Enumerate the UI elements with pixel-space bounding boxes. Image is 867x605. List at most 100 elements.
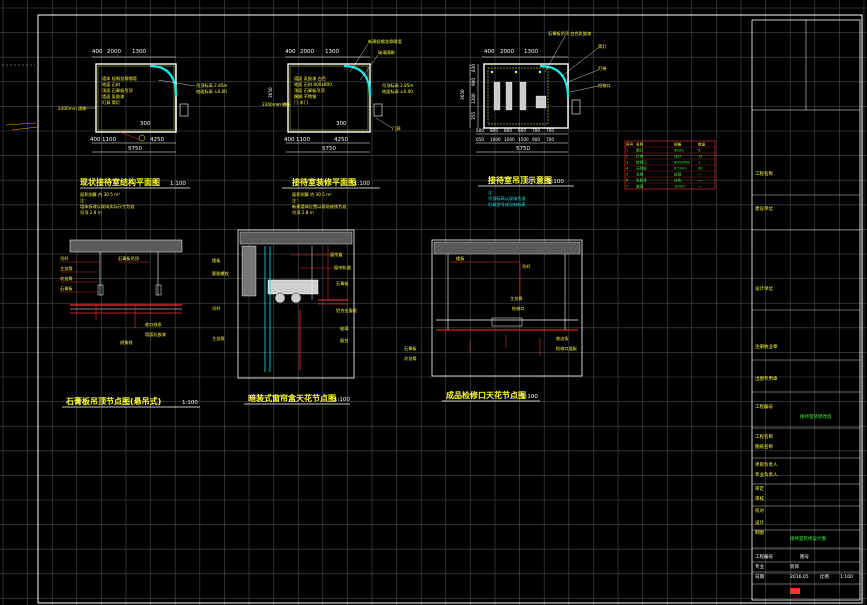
plan3-note-1: 注： (488, 189, 496, 196)
legend-cell: 7 (626, 185, 628, 189)
detail3-scale: 1:100 (522, 394, 538, 400)
detail2-label-6: 窗帘轨道 (334, 264, 352, 271)
tb-row-11: 审定 (755, 485, 764, 492)
legend-header-cell: 名称 (636, 142, 644, 147)
detail3-label-2: 吊杆 (522, 263, 531, 270)
tb-cell-7: 比例 (820, 573, 829, 580)
tb-cell-2: 图号 (800, 554, 809, 560)
detail3-label-8: 检修口盖板 (556, 345, 578, 352)
tb-row-2: 建设单位 (755, 205, 773, 212)
plan3-title: 接待室吊顶示意图 (488, 175, 552, 185)
detail1-label-7: 墙面乳胶漆 (145, 331, 166, 338)
legend-cell: Φ100 (674, 149, 684, 153)
plan3-side-dim-2: 355 (471, 112, 476, 120)
tb-row-15: 制图 (755, 529, 764, 536)
plan2-dim-top-3: 1300 (325, 49, 339, 55)
tb-cell-4: 装饰 (790, 563, 799, 570)
tb-cell-8: 1:100 (840, 574, 853, 580)
detail3-label-1: 楼板 (456, 255, 465, 262)
legend-cell: 9.5mm (674, 167, 687, 171)
legend-cell: 3 (626, 161, 628, 165)
svg-text:顶面 石膏板吊顶: 顶面 石膏板吊顶 (102, 87, 133, 94)
legend-cell: 白色 (674, 178, 682, 183)
plan1-left-note: 2400mm 隔断 (58, 105, 87, 112)
plan1-note-1: 面积测算 约 30.5 m² (80, 191, 120, 198)
plan3-note-2: 吊顶标高以现场为准 (488, 195, 526, 202)
detail3-label-5: 石膏板 (404, 345, 417, 352)
tb-row-8: 图纸名称 (755, 443, 773, 450)
svg-text:地面标高 ±0.00: 地面标高 ±0.00 (382, 88, 413, 95)
tb-row-1: 工程名称 (755, 170, 773, 177)
legend-header-cell: 数量 (698, 142, 706, 147)
tb-cell-6: 2016.05 (790, 574, 809, 580)
tb-project: 接待室装修改造 (800, 413, 832, 420)
tb-row-9: 项目负责人 (755, 461, 778, 468)
svg-text:吊顶标高 2.85m: 吊顶标高 2.85m (196, 82, 227, 89)
legend-cell: — (698, 185, 702, 189)
svg-text:墙面 乳胶漆: 墙面 乳胶漆 (102, 93, 124, 100)
plan2-left-note: 2300mm 隔断 (262, 101, 291, 108)
detail1-label-4: 石膏板 (60, 285, 73, 292)
detail1-label-8: 阴角线 (120, 339, 133, 346)
detail2-label-3: 吊杆 (212, 305, 221, 312)
tb-row-10: 专业负责人 (755, 471, 778, 478)
plan1-title: 现状接待室结构平面图 (80, 177, 160, 187)
detail2-label-4: 主龙骨 (212, 335, 225, 342)
detail2-label-2: 膨胀螺栓 (212, 270, 230, 277)
plan2-dim-bottom-3: 4250 (334, 137, 348, 143)
detail2-title: 暗装式窗帘盒天花节点图 (248, 393, 336, 403)
detail1-label-3: 次龙骨 (60, 275, 73, 282)
svg-text:地面 石材 800x800: 地面 石材 800x800 (294, 81, 332, 88)
legend-header-cell: 规格 (674, 142, 682, 147)
plan1-dim-total: 5750 (128, 146, 142, 152)
plan1-dim-bottom-2: 1100 (102, 137, 116, 143)
plan1-note-3: 墙体拆改以现场实际尺寸为准 (80, 203, 134, 210)
plan3-dim-b1-6: 700 (546, 128, 554, 133)
tb-row-5: 出图专用章 (755, 375, 778, 382)
legend-cell: 450x450 (674, 161, 691, 165)
legend-cell: 5 (626, 173, 628, 177)
plan2-dim-bottom-1: 400 (284, 137, 295, 143)
legend-cell: 10mm (674, 185, 686, 189)
legend-cell: 龙骨 (636, 172, 644, 177)
detail2-label-10: 窗台 (340, 337, 348, 344)
plan2-note-1: 面积测算 约 30.5 m² (292, 191, 332, 198)
plan1-dim-bottom-3: 4250 (150, 137, 164, 143)
plan3-side-dim-5: 830 (471, 64, 476, 72)
plan2-scale: 1:100 (354, 181, 370, 187)
plan2-side-dim: 3650 (268, 87, 273, 98)
tb-cell-5: 日期 (755, 574, 764, 580)
plan3-dim-b2-3: 1000 (504, 137, 515, 142)
plan3-callout-2: 筒灯 (598, 43, 607, 50)
plan3-dim-b1-1: 500 (476, 128, 484, 133)
detail2-label-9: 玻璃 (340, 325, 348, 332)
plan3-dim-b2-6: 700 (546, 137, 554, 142)
plan3-scale: 1:100 (548, 179, 564, 185)
plan1-scale: 1:100 (170, 181, 186, 187)
plan3-dim-top-1: 400 (484, 49, 495, 55)
legend-cell: — (698, 179, 702, 183)
tb-logo-mark (790, 588, 800, 594)
detail2-label-7: 石膏板 (336, 280, 349, 287)
detail3-label-7: 收边条 (556, 335, 569, 342)
detail3-label-6: 次龙骨 (404, 355, 417, 362)
legend-cell: 30 (698, 167, 703, 171)
detail2-label-1: 楼板 (212, 257, 221, 264)
svg-text:300: 300 (336, 121, 347, 127)
detail1-title: 石膏板吊顶节点图(悬吊式) (65, 396, 161, 406)
legend-cell: 2 (626, 155, 628, 159)
detail3-label-3: 主龙骨 (510, 295, 523, 302)
tb-row-13: 校对 (755, 507, 764, 514)
detail2-scale: 1:100 (334, 397, 350, 403)
plan1-dim-top-1: 400 (92, 49, 103, 55)
plan1-dim-bottom-1: 400 (90, 137, 101, 143)
legend-cell: — (698, 173, 702, 177)
detail1-label-1: 吊杆 (60, 255, 69, 262)
plan3-callout-4: 检修口 (598, 82, 611, 89)
plan3-dim-b1-4: 600 (518, 128, 526, 133)
plan1-dim-top-2: 2000 (107, 49, 121, 55)
plan2-dim-top-2: 2000 (300, 49, 314, 55)
detail1-label-6: 收口线条 (145, 321, 163, 328)
plan3-dim-b2-4: 1500 (518, 137, 529, 142)
plan2-dim-bottom-2: 1100 (296, 137, 310, 143)
